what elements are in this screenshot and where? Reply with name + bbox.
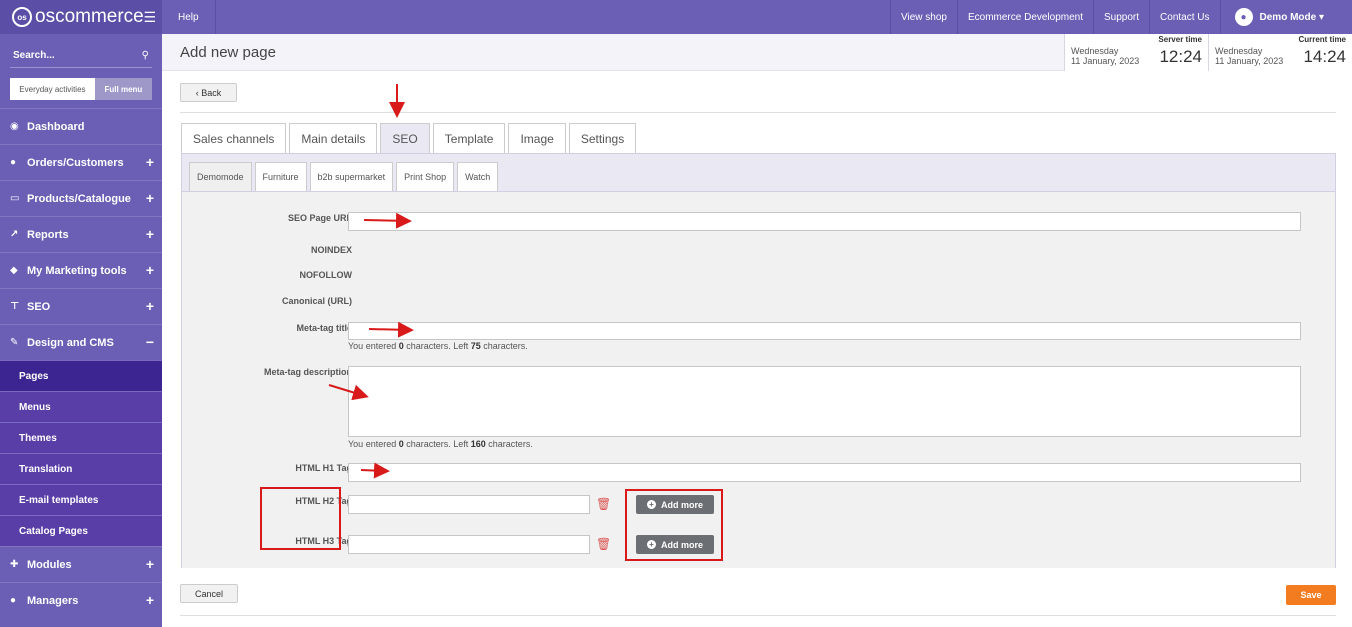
cancel-button[interactable]: Cancel — [180, 584, 238, 603]
arrow-seo-url — [363, 212, 412, 229]
arrow-h1 — [360, 462, 390, 479]
divider — [180, 615, 1336, 616]
arrow-meta-desc — [328, 384, 369, 401]
arrow-meta-title — [368, 321, 414, 338]
annotation-arrows — [328, 84, 414, 479]
save-button[interactable]: Save — [1286, 585, 1336, 605]
